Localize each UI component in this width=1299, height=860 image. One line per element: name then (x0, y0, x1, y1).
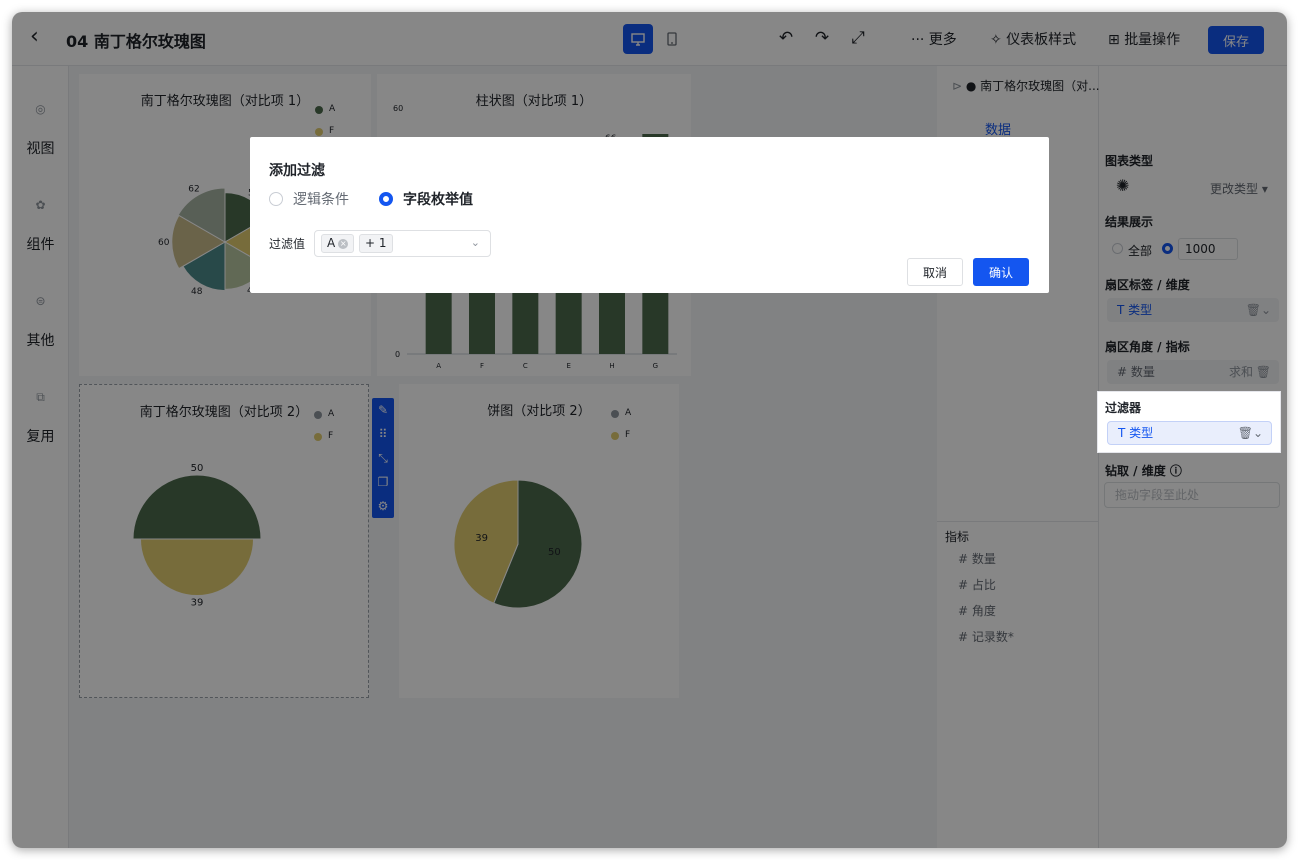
filter-value-label: 过滤值 (269, 237, 306, 251)
app-window: ‹ 04 南丁格尔玫瑰图 ↶ ↷ ⤢ ··· 更多 ✧ 仪表板样式 ⊞ 批量操作… (12, 12, 1287, 848)
filter-field-pill[interactable]: T 类型 🗑︎⌄ (1107, 421, 1272, 445)
close-icon[interactable]: × (338, 238, 349, 249)
confirm-button[interactable]: 确认 (973, 258, 1029, 286)
more-tags-count: + 1 (359, 234, 393, 253)
filter-section: 过滤器 T 类型 🗑︎⌄ (1098, 392, 1280, 452)
filter-value-select[interactable]: A × + 1 ⌄ (314, 230, 491, 257)
radio-field-enum[interactable]: 字段枚举值 (379, 189, 473, 209)
cancel-button[interactable]: 取消 (907, 258, 963, 286)
selected-tag: A × (321, 234, 355, 253)
delete-icon[interactable]: 🗑︎⌄ (1238, 422, 1263, 444)
radio-circle-checked[interactable] (379, 192, 393, 206)
add-filter-modal: 添加过滤 逻辑条件 字段枚举值 过滤值 A × + 1 ⌄ 取消 确认 (250, 137, 1049, 293)
modal-title: 添加过滤 (269, 163, 325, 179)
radio-circle[interactable] (269, 192, 283, 206)
filter-title: 过滤器 (1105, 401, 1142, 415)
radio-logic-condition[interactable]: 逻辑条件 (269, 189, 349, 209)
chevron-down-icon[interactable]: ⌄ (471, 236, 480, 249)
